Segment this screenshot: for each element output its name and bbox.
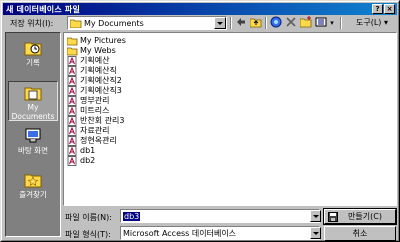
file-list-item[interactable]: My Pictures [67,36,267,46]
dialog-toolbar: ▾ 도구(L) ▾ [230,16,396,30]
file-list-item[interactable]: 미트리스 [67,106,267,116]
help-button[interactable]: ? [372,4,383,14]
place-history[interactable]: 기록 [8,37,58,77]
back-arrow-icon[interactable] [234,16,248,30]
place-label: 바탕 화면 [18,146,48,155]
window-title: 새 데이터베이스 파일 [6,5,81,14]
new-database-dialog: 새 데이터베이스 파일 ? × 저장 위치(I): My Documents ▾… [0,0,400,242]
file-list-item[interactable]: 자료관리 [67,126,267,136]
file-list-item[interactable]: 기획예산 [67,56,267,66]
file-name: 기획예산직2 [80,76,122,85]
desktop-icon [25,128,41,143]
file-list-item[interactable]: 기획예산직 [67,66,267,76]
toolbar-separator [265,17,267,29]
filename-dropdown-arrow[interactable] [310,210,321,222]
file-name: My Pictures [80,36,126,45]
place-my-documents[interactable]: My Documents [8,81,58,121]
access-database-icon [67,66,77,76]
file-name: db1 [80,146,96,155]
cancel-button[interactable]: 취소 [324,226,396,241]
file-name: db2 [80,156,96,165]
access-database-icon [67,86,77,96]
folder-icon [67,37,78,46]
access-database-icon [67,56,77,66]
folder-icon [67,47,78,56]
file-list-item[interactable]: 정현옥관리 [67,136,267,146]
lookin-dropdown[interactable]: My Documents [67,16,227,30]
file-list-item[interactable]: db1 [67,146,267,156]
create-button-label: 만들기(C) [348,212,382,221]
file-name: 기획예산직 [80,66,117,75]
new-folder-icon[interactable] [299,16,313,30]
history-icon [24,42,42,56]
file-name: 정현옥관리 [80,136,117,145]
file-list-item[interactable]: db2 [67,156,267,166]
filetype-value: Microsoft Access 데이터베이스 [123,229,237,238]
file-list-item[interactable]: 반찬회 관리3 [67,116,267,126]
tools-menu[interactable]: 도구(L) ▾ [356,17,388,28]
toolbar-separator [230,17,232,29]
file-list-item[interactable]: 명부관리 [67,96,267,106]
views-dropdown-arrow[interactable]: ▾ [328,16,336,30]
file-list-item[interactable]: 기획예산직2 [67,76,267,86]
file-name: My Webs [80,46,116,55]
file-list-item[interactable]: My Webs [67,46,267,56]
file-list[interactable]: My Pictures My Webs 기획예산 기획예산직 기획예산직2 기획예산직3 명… [63,32,397,206]
file-name: 미트리스 [80,106,110,115]
file-name: 기획예산직3 [80,86,122,95]
filename-value: db3 [123,212,141,221]
filetype-dropdown-arrow[interactable] [310,227,321,239]
up-folder-icon[interactable] [249,16,263,30]
views-icon[interactable] [314,16,328,30]
close-button[interactable]: × [384,4,395,14]
access-database-icon [67,96,77,106]
access-database-icon [67,106,77,116]
filename-label: 파일 이름(N): [65,213,112,222]
access-database-icon [67,156,77,166]
create-button[interactable]: 만들기(C) [323,208,397,225]
filetype-label: 파일 형식(T): [65,230,111,239]
favorites-icon [24,174,42,188]
folder-icon [70,19,82,28]
access-database-icon [67,136,77,146]
access-database-icon [67,146,77,156]
lookin-value: My Documents [84,19,144,28]
my-documents-icon [24,87,42,101]
file-name: 자료관리 [80,126,110,135]
file-name: 기획예산 [80,56,110,65]
file-name: 반찬회 관리3 [80,116,125,125]
place-label: 즐겨찾기 [19,190,47,199]
toolbar-separator [340,17,342,29]
access-database-icon [67,76,77,86]
places-bar: 기록 My Documents 바탕 화면 즐겨찾기 [5,32,61,237]
lookin-dropdown-arrow[interactable] [214,17,226,29]
place-favorites[interactable]: 즐겨찾기 [8,169,58,209]
file-list-item[interactable]: 기획예산직3 [67,86,267,96]
file-name: 명부관리 [80,96,110,105]
access-database-icon [67,116,77,126]
place-label: 기록 [26,58,40,67]
search-web-icon[interactable] [269,16,283,30]
save-icon [328,212,338,222]
title-bar[interactable]: 새 데이터베이스 파일 ? × [3,3,397,15]
filetype-select[interactable]: Microsoft Access 데이터베이스 [120,226,320,240]
access-database-icon [67,126,77,136]
lookin-label: 저장 위치(I): [10,19,54,28]
place-label: My Documents [11,103,55,121]
delete-icon[interactable] [284,16,298,30]
filename-input[interactable]: db3 [120,209,320,223]
place-desktop[interactable]: 바탕 화면 [8,125,58,165]
